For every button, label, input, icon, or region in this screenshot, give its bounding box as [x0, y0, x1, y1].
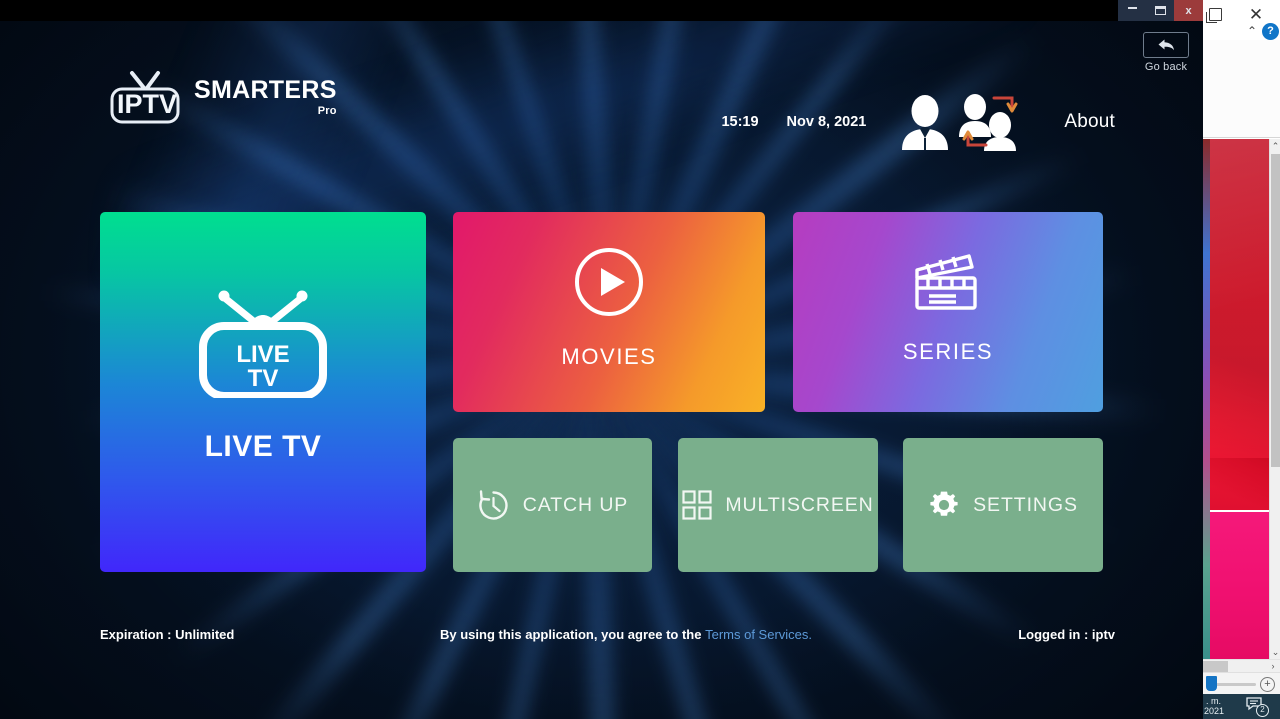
tile-live-tv[interactable]: LIVE TV LIVE TV [100, 212, 426, 572]
logo-pro-text: Pro [317, 104, 337, 117]
zoom-in-icon[interactable]: + [1260, 677, 1275, 692]
notification-count-badge: 2 [1256, 704, 1269, 717]
agreement-prefix: By using this application, you agree to … [440, 627, 706, 642]
tile-catch-up[interactable]: CATCH UP [453, 438, 652, 572]
tile-series[interactable]: SERIES [793, 212, 1103, 412]
tile-movies[interactable]: MOVIES [453, 212, 765, 412]
go-back-box[interactable] [1143, 32, 1189, 58]
app-footer: Expiration : Unlimited By using this app… [0, 622, 1203, 652]
tile-multiscreen[interactable]: MULTISCREEN [678, 438, 878, 572]
go-back-label: Go back [1144, 61, 1188, 73]
logged-in-text: Logged in : iptv [1018, 627, 1115, 642]
switch-user-icon[interactable] [958, 93, 1022, 151]
background-window-toolbar [1203, 40, 1280, 138]
clapperboard-icon [915, 254, 977, 310]
scroll-up-icon[interactable]: ⌃ [1270, 139, 1280, 153]
user-profile-icon[interactable] [898, 94, 952, 150]
photo-red-fabric [1210, 139, 1269, 510]
live-tv-icon: LIVE TV [199, 290, 327, 398]
svg-text:IPTV: IPTV [117, 89, 177, 119]
tile-live-tv-label: LIVE TV [204, 430, 322, 463]
logo-wordmark: SMARTERS Pro [194, 75, 337, 117]
photo-left-edge [1203, 139, 1210, 659]
tile-movies-label: MOVIES [561, 344, 657, 369]
maximize-button[interactable] [1146, 0, 1174, 21]
app-header: IPTV SMARTERS Pro 15:19 Nov 8, 2021 Abou… [0, 21, 1203, 161]
terms-of-services-link[interactable]: Terms of Services. [705, 627, 812, 642]
taskbar: . m. 2021 2 [1203, 694, 1280, 719]
minimize-icon [1127, 7, 1137, 9]
taskbar-date: 2021 [1204, 706, 1225, 716]
background-photo [1203, 139, 1269, 659]
tile-catch-up-label: CATCH UP [522, 493, 629, 516]
tile-series-label: SERIES [902, 339, 994, 364]
app-logo: IPTV SMARTERS Pro [100, 69, 337, 125]
svg-text:TV: TV [248, 365, 279, 392]
agreement-text: By using this application, you agree to … [440, 627, 812, 642]
tile-settings-label: SETTINGS [973, 493, 1078, 516]
back-arrow-icon [1158, 39, 1174, 51]
minimize-button[interactable] [1118, 0, 1146, 21]
scrollbar-thumb[interactable] [1271, 154, 1280, 467]
clock-rewind-icon [479, 489, 508, 520]
horizontal-scrollbar-thumb[interactable] [1203, 661, 1228, 672]
close-icon[interactable]: ✕ [1248, 6, 1264, 23]
gear-icon [930, 491, 958, 516]
vertical-scrollbar[interactable]: ⌃ ⌄ [1269, 139, 1280, 659]
restore-icon[interactable] [1206, 8, 1222, 23]
close-button[interactable]: x [1174, 0, 1203, 21]
tile-settings[interactable]: SETTINGS [903, 438, 1103, 572]
tile-multiscreen-label: MULTISCREEN [725, 493, 874, 516]
logo-smarters-text: SMARTERS [194, 75, 337, 104]
taskbar-time: . m. [1206, 696, 1221, 706]
scroll-down-icon[interactable]: ⌄ [1270, 645, 1280, 659]
tv-logo-icon: IPTV [110, 71, 180, 124]
grid-four-icon [682, 490, 712, 520]
maximize-icon [1154, 6, 1166, 15]
screen-root: ✕ ⌃ ? ⌃ ⌄ › + . m. 2021 2 x Go back IPTV… [0, 0, 1280, 719]
svg-text:LIVE: LIVE [236, 341, 289, 368]
iptv-smarters-window: x Go back IPTV SMARTERS Pro 15:19 Nov 8,… [0, 0, 1203, 719]
horizontal-scrollbar[interactable]: › [1203, 659, 1280, 672]
photo-pink-fabric [1210, 512, 1269, 659]
zoom-slider-bar[interactable]: + [1203, 672, 1280, 694]
zoom-slider-thumb[interactable] [1206, 676, 1217, 691]
header-date: Nov 8, 2021 [786, 114, 867, 130]
main-tiles-grid: LIVE TV LIVE TV MOVIES SERIES CATCH UP M… [100, 212, 1103, 572]
app-titlebar: x [0, 0, 1203, 21]
background-window: ✕ ⌃ ? ⌃ ⌄ › + . m. 2021 2 [1203, 0, 1280, 719]
play-circle-icon [575, 248, 643, 316]
chevron-up-icon[interactable]: ⌃ [1245, 24, 1259, 38]
expiration-text: Expiration : Unlimited [100, 627, 235, 642]
about-link[interactable]: About [1064, 111, 1115, 133]
header-time: 15:19 [721, 114, 759, 130]
help-badge-icon[interactable]: ? [1262, 23, 1279, 40]
header-right-group: 15:19 Nov 8, 2021 About [721, 93, 1115, 151]
go-back-button[interactable]: Go back [1135, 32, 1197, 73]
